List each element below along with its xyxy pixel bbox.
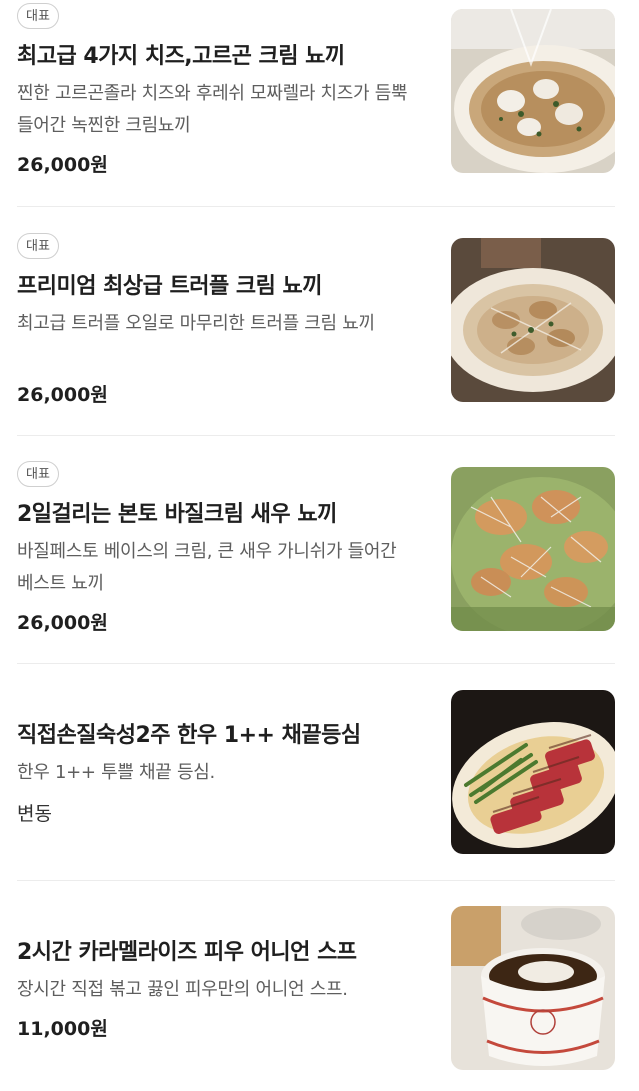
menu-item-photo[interactable] [451, 906, 615, 1070]
menu-item[interactable]: 2시간 카라멜라이즈 피우 어니언 스프 장시간 직접 볶고 끓인 피우만의 어… [0, 881, 639, 1091]
menu-item-title: 2시간 카라멜라이즈 피우 어니언 스프 [17, 940, 357, 965]
menu-item-title: 최고급 4가지 치즈,고르곤 크림 뇨끼 [17, 44, 345, 69]
menu-item-description: 바질페스토 베이스의 크림, 큰 새우 가니쉬가 들어간 베스트 뇨끼 [17, 541, 397, 594]
menu-item-title: 2일걸리는 본토 바질크림 새우 뇨끼 [17, 502, 337, 527]
menu-item-price: 변동 [17, 803, 52, 825]
menu-item-photo[interactable] [451, 9, 615, 173]
menu-item-description: 찐한 고르곤졸라 치즈와 후레쉬 모짜렐라 치즈가 듬뿍 들어간 녹찐한 크림뇨… [17, 83, 408, 136]
signature-badge: 대표 [17, 3, 59, 29]
menu-item-title: 프리미엄 최상급 트러플 크림 뇨끼 [17, 274, 323, 299]
menu-item-price: 26,000원 [17, 612, 108, 634]
cheese-gnocchi-image [451, 9, 615, 173]
menu-item-price: 26,000원 [17, 384, 108, 406]
basil-shrimp-gnocchi-image [451, 467, 615, 631]
menu-item-title: 직접손질숙성2주 한우 1++ 채끝등심 [17, 723, 361, 748]
menu-item-price: 11,000원 [17, 1018, 108, 1040]
menu-item-photo[interactable] [451, 467, 615, 631]
menu-list: 대표 최고급 4가지 치즈,고르곤 크림 뇨끼 찐한 고르곤졸라 치즈와 후레쉬… [0, 0, 639, 1091]
menu-item[interactable]: 직접손질숙성2주 한우 1++ 채끝등심 한우 1++ 투쁠 채끝 등심. 변동 [0, 664, 639, 880]
truffle-gnocchi-image [451, 238, 615, 402]
signature-badge: 대표 [17, 461, 59, 487]
menu-item-description: 최고급 트러플 오일로 마무리한 트러플 크림 뇨끼 [17, 313, 375, 334]
menu-item-photo[interactable] [451, 238, 615, 402]
menu-item-photo[interactable] [451, 690, 615, 854]
onion-soup-image [451, 906, 615, 1070]
menu-item-description: 한우 1++ 투쁠 채끝 등심. [17, 762, 215, 783]
menu-item[interactable]: 대표 최고급 4가지 치즈,고르곤 크림 뇨끼 찐한 고르곤졸라 치즈와 후레쉬… [0, 0, 639, 206]
signature-badge: 대표 [17, 233, 59, 259]
hanwoo-steak-image [451, 690, 615, 854]
menu-item-description: 장시간 직접 볶고 끓인 피우만의 어니언 스프. [17, 979, 348, 1000]
menu-item[interactable]: 대표 프리미엄 최상급 트러플 크림 뇨끼 최고급 트러플 오일로 마무리한 트… [0, 207, 639, 435]
menu-item[interactable]: 대표 2일걸리는 본토 바질크림 새우 뇨끼 바질페스토 베이스의 크림, 큰 … [0, 436, 639, 664]
menu-item-price: 26,000원 [17, 154, 108, 176]
